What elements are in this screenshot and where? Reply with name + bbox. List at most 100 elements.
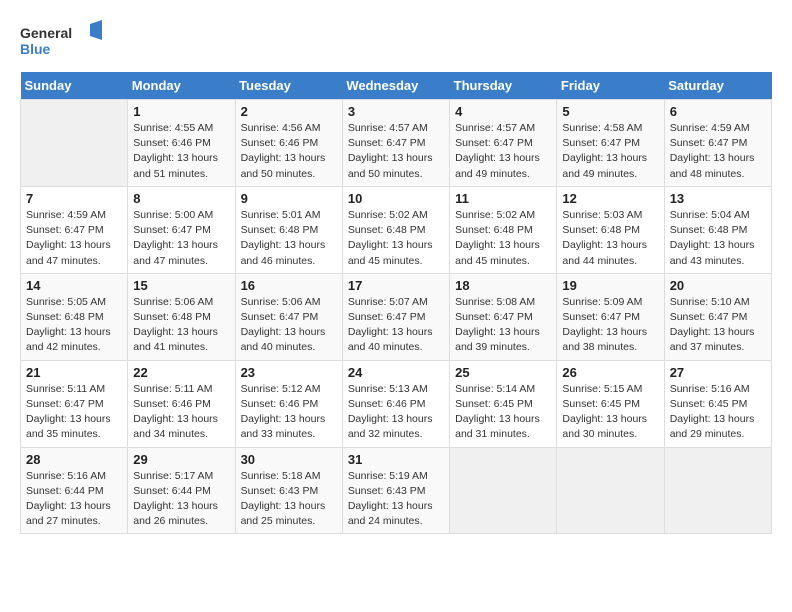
calendar-cell: 15 Sunrise: 5:06 AM Sunset: 6:48 PM Dayli…	[128, 273, 235, 360]
calendar-cell: 28 Sunrise: 5:16 AM Sunset: 6:44 PM Dayli…	[21, 447, 128, 534]
calendar-cell: 13 Sunrise: 5:04 AM Sunset: 6:48 PM Dayli…	[664, 186, 771, 273]
calendar-cell: 6 Sunrise: 4:59 AM Sunset: 6:47 PM Daylig…	[664, 100, 771, 187]
calendar-cell: 17 Sunrise: 5:07 AM Sunset: 6:47 PM Dayli…	[342, 273, 449, 360]
day-info: Sunrise: 5:15 AM Sunset: 6:45 PM Dayligh…	[562, 382, 658, 443]
calendar-body: 1 Sunrise: 4:55 AM Sunset: 6:46 PM Daylig…	[21, 100, 772, 534]
day-number: 13	[670, 191, 766, 206]
day-number: 19	[562, 278, 658, 293]
day-number: 14	[26, 278, 122, 293]
day-info: Sunrise: 5:03 AM Sunset: 6:48 PM Dayligh…	[562, 208, 658, 269]
day-info: Sunrise: 5:13 AM Sunset: 6:46 PM Dayligh…	[348, 382, 444, 443]
day-info: Sunrise: 5:16 AM Sunset: 6:45 PM Dayligh…	[670, 382, 766, 443]
day-info: Sunrise: 4:57 AM Sunset: 6:47 PM Dayligh…	[348, 121, 444, 182]
day-info: Sunrise: 5:07 AM Sunset: 6:47 PM Dayligh…	[348, 295, 444, 356]
day-number: 26	[562, 365, 658, 380]
day-info: Sunrise: 5:16 AM Sunset: 6:44 PM Dayligh…	[26, 469, 122, 530]
day-number: 2	[241, 104, 337, 119]
day-number: 24	[348, 365, 444, 380]
day-info: Sunrise: 4:59 AM Sunset: 6:47 PM Dayligh…	[26, 208, 122, 269]
day-info: Sunrise: 5:06 AM Sunset: 6:47 PM Dayligh…	[241, 295, 337, 356]
svg-text:Blue: Blue	[20, 41, 51, 57]
calendar-week-row: 21Sunrise: 5:11 AM Sunset: 6:47 PM Dayli…	[21, 360, 772, 447]
weekday-header: Sunday	[21, 72, 128, 100]
day-number: 21	[26, 365, 122, 380]
day-info: Sunrise: 5:11 AM Sunset: 6:46 PM Dayligh…	[133, 382, 229, 443]
day-number: 5	[562, 104, 658, 119]
calendar-cell	[664, 447, 771, 534]
day-number: 1	[133, 104, 229, 119]
day-number: 7	[26, 191, 122, 206]
calendar-week-row: 28 Sunrise: 5:16 AM Sunset: 6:44 PM Dayli…	[21, 447, 772, 534]
calendar-cell: 1 Sunrise: 4:55 AM Sunset: 6:46 PM Daylig…	[128, 100, 235, 187]
calendar-cell: 24 Sunrise: 5:13 AM Sunset: 6:46 PM Dayli…	[342, 360, 449, 447]
calendar-cell: 31 Sunrise: 5:19 AM Sunset: 6:43 PM Dayli…	[342, 447, 449, 534]
calendar-cell: 19 Sunrise: 5:09 AM Sunset: 6:47 PM Dayli…	[557, 273, 664, 360]
day-number: 28	[26, 452, 122, 467]
day-info: Sunrise: 5:10 AM Sunset: 6:47 PM Dayligh…	[670, 295, 766, 356]
day-number: 12	[562, 191, 658, 206]
calendar-cell: 21Sunrise: 5:11 AM Sunset: 6:47 PM Dayli…	[21, 360, 128, 447]
day-info: Sunrise: 4:55 AM Sunset: 6:46 PM Dayligh…	[133, 121, 229, 182]
calendar-cell: 3 Sunrise: 4:57 AM Sunset: 6:47 PM Daylig…	[342, 100, 449, 187]
weekday-row: SundayMondayTuesdayWednesdayThursdayFrid…	[21, 72, 772, 100]
weekday-header: Tuesday	[235, 72, 342, 100]
day-info: Sunrise: 5:17 AM Sunset: 6:44 PM Dayligh…	[133, 469, 229, 530]
calendar-cell: 5Sunrise: 4:58 AM Sunset: 6:47 PM Daylig…	[557, 100, 664, 187]
logo: GeneralBlue	[20, 20, 110, 62]
day-number: 20	[670, 278, 766, 293]
day-info: Sunrise: 4:59 AM Sunset: 6:47 PM Dayligh…	[670, 121, 766, 182]
day-number: 23	[241, 365, 337, 380]
svg-text:General: General	[20, 25, 72, 41]
day-number: 16	[241, 278, 337, 293]
day-number: 15	[133, 278, 229, 293]
calendar-cell: 10Sunrise: 5:02 AM Sunset: 6:48 PM Dayli…	[342, 186, 449, 273]
weekday-header: Friday	[557, 72, 664, 100]
day-info: Sunrise: 5:08 AM Sunset: 6:47 PM Dayligh…	[455, 295, 551, 356]
day-info: Sunrise: 5:14 AM Sunset: 6:45 PM Dayligh…	[455, 382, 551, 443]
calendar-cell	[450, 447, 557, 534]
day-info: Sunrise: 5:06 AM Sunset: 6:48 PM Dayligh…	[133, 295, 229, 356]
day-number: 25	[455, 365, 551, 380]
calendar-cell: 2 Sunrise: 4:56 AM Sunset: 6:46 PM Daylig…	[235, 100, 342, 187]
day-number: 4	[455, 104, 551, 119]
day-info: Sunrise: 4:56 AM Sunset: 6:46 PM Dayligh…	[241, 121, 337, 182]
day-info: Sunrise: 5:19 AM Sunset: 6:43 PM Dayligh…	[348, 469, 444, 530]
day-info: Sunrise: 5:04 AM Sunset: 6:48 PM Dayligh…	[670, 208, 766, 269]
weekday-header: Saturday	[664, 72, 771, 100]
calendar-header: SundayMondayTuesdayWednesdayThursdayFrid…	[21, 72, 772, 100]
day-number: 6	[670, 104, 766, 119]
day-number: 31	[348, 452, 444, 467]
calendar-cell: 14Sunrise: 5:05 AM Sunset: 6:48 PM Dayli…	[21, 273, 128, 360]
page-header: GeneralBlue	[20, 20, 772, 62]
calendar-cell: 22 Sunrise: 5:11 AM Sunset: 6:46 PM Dayli…	[128, 360, 235, 447]
day-number: 17	[348, 278, 444, 293]
day-number: 22	[133, 365, 229, 380]
day-number: 30	[241, 452, 337, 467]
day-number: 3	[348, 104, 444, 119]
calendar-cell: 20 Sunrise: 5:10 AM Sunset: 6:47 PM Dayli…	[664, 273, 771, 360]
calendar-cell: 23Sunrise: 5:12 AM Sunset: 6:46 PM Dayli…	[235, 360, 342, 447]
day-number: 18	[455, 278, 551, 293]
day-number: 29	[133, 452, 229, 467]
calendar-cell: 29 Sunrise: 5:17 AM Sunset: 6:44 PM Dayli…	[128, 447, 235, 534]
day-info: Sunrise: 5:01 AM Sunset: 6:48 PM Dayligh…	[241, 208, 337, 269]
calendar-cell: 9 Sunrise: 5:01 AM Sunset: 6:48 PM Daylig…	[235, 186, 342, 273]
weekday-header: Thursday	[450, 72, 557, 100]
calendar-cell	[557, 447, 664, 534]
calendar-cell: 25 Sunrise: 5:14 AM Sunset: 6:45 PM Dayli…	[450, 360, 557, 447]
day-info: Sunrise: 5:02 AM Sunset: 6:48 PM Dayligh…	[348, 208, 444, 269]
calendar-cell	[21, 100, 128, 187]
day-number: 9	[241, 191, 337, 206]
weekday-header: Wednesday	[342, 72, 449, 100]
calendar-cell: 11Sunrise: 5:02 AM Sunset: 6:48 PM Dayli…	[450, 186, 557, 273]
day-number: 27	[670, 365, 766, 380]
weekday-header: Monday	[128, 72, 235, 100]
calendar-week-row: 1 Sunrise: 4:55 AM Sunset: 6:46 PM Daylig…	[21, 100, 772, 187]
calendar-cell: 16 Sunrise: 5:06 AM Sunset: 6:47 PM Dayli…	[235, 273, 342, 360]
day-info: Sunrise: 4:57 AM Sunset: 6:47 PM Dayligh…	[455, 121, 551, 182]
day-info: Sunrise: 5:09 AM Sunset: 6:47 PM Dayligh…	[562, 295, 658, 356]
calendar-cell: 26 Sunrise: 5:15 AM Sunset: 6:45 PM Dayli…	[557, 360, 664, 447]
day-info: Sunrise: 5:18 AM Sunset: 6:43 PM Dayligh…	[241, 469, 337, 530]
calendar-table: SundayMondayTuesdayWednesdayThursdayFrid…	[20, 72, 772, 534]
day-info: Sunrise: 5:00 AM Sunset: 6:47 PM Dayligh…	[133, 208, 229, 269]
